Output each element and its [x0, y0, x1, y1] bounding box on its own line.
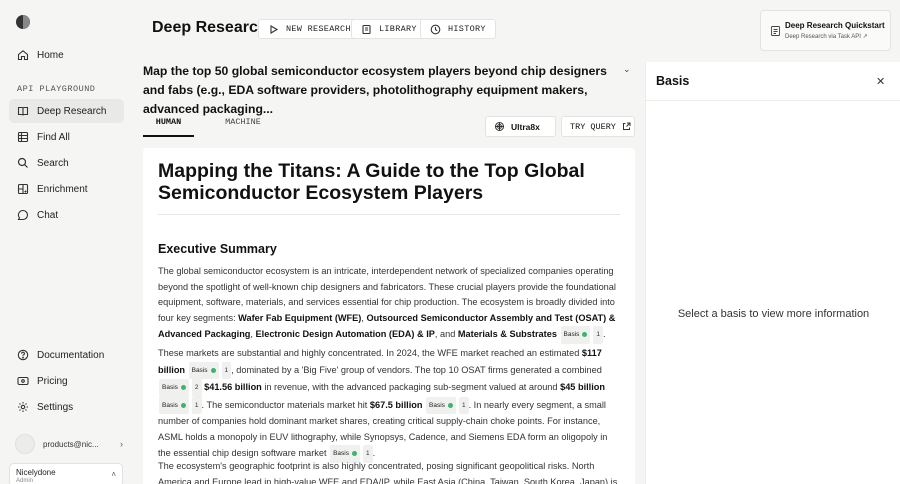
library-button[interactable]: LIBRARY [351, 19, 427, 39]
chevron-down-icon[interactable]: ⌄ [623, 64, 631, 75]
sidebar-item-documentation[interactable]: Documentation [9, 343, 124, 367]
sidebar-item-search[interactable]: Search [9, 151, 124, 175]
basis-badge[interactable]: Basis [159, 379, 189, 397]
sidebar-item-find-all[interactable]: Find All [9, 125, 124, 149]
report-card: Mapping the Titans: A Guide to the Top G… [143, 148, 635, 484]
model-label: Ultra8x [511, 121, 540, 132]
citation-count[interactable]: 1 [191, 396, 202, 414]
basis-badge[interactable]: Basis [188, 361, 219, 379]
page-title: Deep Research [152, 19, 268, 36]
paragraph-3: The ecosystem's geographic footprint is … [158, 461, 618, 484]
quickstart-title: Deep Research Quickstart [785, 21, 885, 30]
sidebar-item-enrichment[interactable]: Enrichment [9, 177, 124, 201]
basis-badge[interactable]: Basis [560, 326, 591, 344]
sidebar-item-settings[interactable]: Settings [9, 395, 124, 419]
model-icon [495, 122, 504, 131]
close-icon[interactable]: ✕ [876, 75, 885, 88]
status-dot [180, 385, 186, 391]
account-email: products@nic... [43, 439, 99, 449]
citation-count[interactable]: 1 [593, 326, 604, 344]
section-label: API PLAYGROUND [17, 84, 96, 94]
status-dot [582, 332, 588, 338]
org-switcher[interactable]: Nicelydone Admin ˄ [9, 463, 123, 484]
tab-human[interactable]: HUMAN [143, 117, 194, 137]
panel-title: Basis [656, 74, 690, 88]
paragraph-2: These markets are substantial and highly… [158, 346, 622, 463]
report-title: Mapping the Titans: A Guide to the Top G… [158, 160, 585, 204]
logo-icon[interactable] [16, 15, 30, 29]
sidebar-item-label: Documentation [37, 349, 105, 361]
new-research-button[interactable]: NEW RESEARCH [258, 19, 361, 39]
org-role: Admin [16, 478, 34, 484]
sidebar-item-deep-research[interactable]: Deep Research [9, 99, 124, 123]
panel-empty-message: Select a basis to view more information [677, 308, 870, 320]
help-icon [17, 349, 29, 361]
basis-badge[interactable]: Basis [159, 396, 189, 414]
search-icon [17, 157, 29, 169]
sidebar-item-label: Home [37, 49, 64, 61]
tab-machine[interactable]: MACHINE [219, 117, 267, 137]
model-selector[interactable]: Ultra8x [485, 116, 556, 137]
chat-icon [17, 209, 29, 221]
basis-badge[interactable]: Basis [426, 396, 456, 414]
paragraph-1: The global semiconductor ecosystem is an… [158, 264, 622, 344]
sidebar-item-pricing[interactable]: Pricing [9, 369, 124, 393]
basis-panel: Basis ✕ Select a basis to view more info… [645, 62, 900, 484]
history-label: HISTORY [448, 24, 486, 34]
play-icon [268, 24, 279, 35]
sidebar-item-home[interactable]: Home [9, 43, 124, 67]
chevron-up-icon: ˄ [111, 470, 116, 479]
external-link-icon: ↗ [862, 34, 868, 40]
library-label: LIBRARY [379, 24, 417, 34]
sidebar-item-label: Search [37, 157, 69, 169]
account-menu[interactable]: products@nic... › [15, 434, 123, 454]
clock-icon [430, 24, 441, 35]
new-research-label: NEW RESEARCH [286, 24, 351, 34]
citation-count[interactable]: 1 [221, 361, 232, 379]
sidebar-item-chat[interactable]: Chat [9, 203, 124, 227]
status-dot [352, 451, 357, 457]
document-icon [771, 26, 780, 36]
external-link-icon [622, 122, 631, 130]
sidebar-item-label: Settings [37, 401, 74, 413]
try-query-label: TRY QUERY [570, 121, 616, 132]
sidebar-item-label: Chat [37, 209, 59, 221]
query-text: Map the top 50 global semiconductor ecos… [143, 64, 607, 116]
sidebar-item-label: Enrichment [37, 183, 88, 195]
sidebar-item-label: Deep Research [37, 105, 107, 117]
gear-icon [17, 401, 29, 413]
sidebar-item-label: Find All [37, 131, 70, 143]
quickstart-card[interactable]: Deep Research Quickstart Deep Research v… [760, 10, 891, 51]
avatar [15, 434, 35, 454]
book-icon [17, 105, 29, 117]
citation-count[interactable]: 2 [191, 379, 202, 397]
panel-header: Basis ✕ [646, 62, 900, 101]
divider [158, 214, 620, 215]
section-heading: Executive Summary [158, 242, 277, 256]
sidebar-item-label: Pricing [37, 375, 68, 387]
history-button[interactable]: HISTORY [420, 19, 496, 39]
try-query-button[interactable]: TRY QUERY [561, 116, 635, 137]
home-icon [17, 49, 29, 61]
credit-card-icon [17, 375, 29, 387]
document-icon [361, 24, 372, 35]
org-name: Nicelydone [16, 468, 56, 477]
citation-count[interactable]: 1 [458, 396, 469, 414]
status-dot [210, 367, 216, 373]
enrichment-icon [17, 183, 29, 195]
chevron-right-icon: › [120, 439, 123, 449]
status-dot [447, 402, 453, 408]
table-icon [17, 131, 29, 143]
sidebar: Home API PLAYGROUND Deep Research Find A… [0, 0, 133, 484]
quickstart-subtitle: Deep Research via Task API ↗ [785, 34, 868, 40]
status-dot [180, 402, 186, 408]
